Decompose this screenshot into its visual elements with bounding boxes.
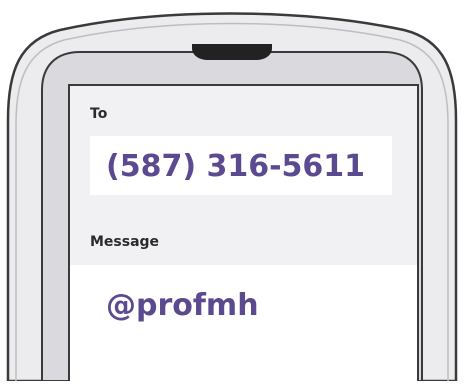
message-label: Message (90, 234, 160, 250)
recipient-section: To (587) 316-5611 Message (70, 86, 417, 265)
messaging-screen: To (587) 316-5611 Message @profmh (70, 86, 417, 386)
recipient-field[interactable]: (587) 316-5611 (90, 136, 392, 195)
to-label: To (90, 106, 108, 122)
message-body[interactable]: @profmh (106, 288, 259, 323)
speaker-notch (192, 44, 272, 60)
recipient-number: (587) 316-5611 (106, 149, 366, 184)
